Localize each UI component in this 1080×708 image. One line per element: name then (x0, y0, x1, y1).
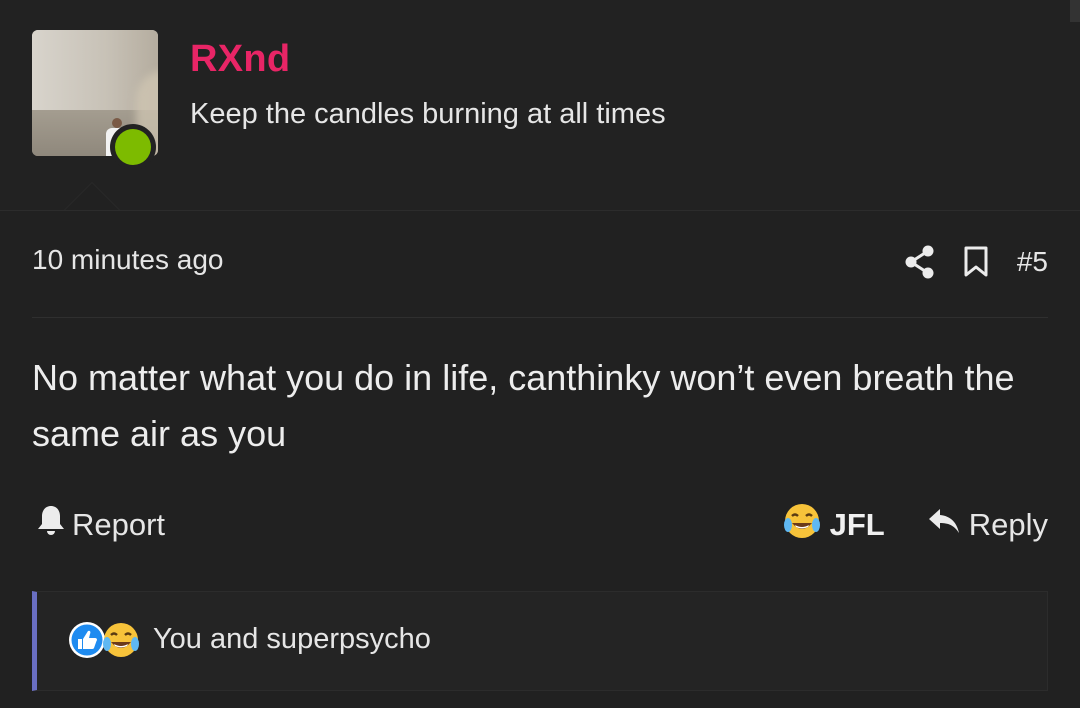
report-label: Report (72, 507, 166, 542)
reply-button[interactable]: Reply (927, 506, 1048, 544)
post-number-link[interactable]: #5 (1017, 246, 1048, 278)
scrollbar[interactable] (1070, 0, 1080, 22)
username[interactable]: RXnd (190, 38, 290, 81)
header-pointer (64, 182, 120, 210)
joy-tears-emoji-icon (782, 501, 822, 549)
online-status-indicator (110, 124, 156, 170)
joy-tears-emoji-icon (101, 620, 141, 665)
reaction-icons (67, 620, 141, 665)
reaction-label: JFL (829, 507, 885, 542)
share-icon[interactable] (905, 245, 935, 279)
reply-label: Reply (968, 507, 1048, 542)
post-meta-actions: #5 (905, 240, 1048, 284)
bell-icon (36, 504, 66, 546)
post-timestamp[interactable]: 10 minutes ago (32, 244, 223, 276)
divider (32, 317, 1048, 318)
user-header: RXnd Keep the candles burning at all tim… (0, 0, 1080, 211)
reply-arrow-icon (927, 506, 961, 544)
report-button[interactable]: Report (36, 503, 165, 547)
reaction-button[interactable]: JFL (782, 501, 885, 549)
bookmark-icon[interactable] (963, 246, 989, 278)
user-title: Keep the candles burning at all times (190, 98, 666, 130)
post-body: No matter what you do in life, canthinky… (32, 357, 1015, 454)
reactions-bar: You and superpsycho (32, 591, 1048, 691)
post-footer-actions: JFL Reply (782, 503, 1048, 547)
post-container: RXnd Keep the candles burning at all tim… (0, 0, 1080, 708)
reactions-summary-link[interactable]: You and superpsycho (153, 623, 431, 656)
